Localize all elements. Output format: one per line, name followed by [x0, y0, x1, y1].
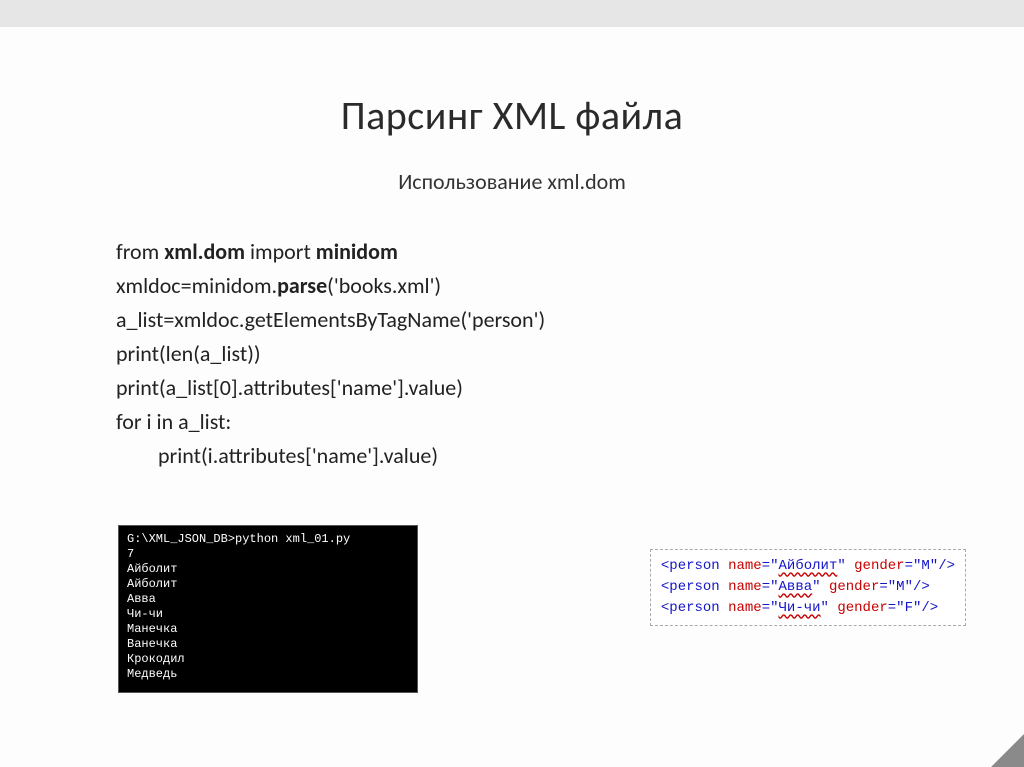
code-line-2: xmldoc=minidom.parse('books.xml') [116, 269, 1024, 303]
xml-row: <person name="Авва" gender="M"/> [661, 577, 955, 598]
code-line-5: print(a_list[0].attributes['name'].value… [116, 371, 1024, 405]
terminal-output: G:\XML_JSON_DB>python xml_01.py 7 Айболи… [118, 525, 418, 693]
terminal-prompt: G:\XML_JSON_DB>python xml_01.py [127, 532, 409, 547]
presentation-slide: Парсинг XML файла Использование xml.dom … [0, 27, 1024, 767]
terminal-line: Айболит [127, 577, 409, 592]
code-line-7: print(i.attributes['name'].value) [116, 439, 1024, 473]
slide-corner-accent [964, 734, 1024, 767]
slide-title: Парсинг XML файла [0, 27, 1024, 140]
slide-subtitle: Использование xml.dom [0, 168, 1024, 195]
xml-row: <person name="Чи-чи" gender="F"/> [661, 598, 955, 619]
code-line-6: for i in a_list: [116, 405, 1024, 439]
code-example: from xml.dom import minidom xmldoc=minid… [116, 235, 1024, 474]
xml-row: <person name="Айболит" gender="M"/> [661, 556, 955, 577]
terminal-line: Крокодил [127, 652, 409, 667]
terminal-line: Айболит [127, 562, 409, 577]
terminal-line: Манечка [127, 622, 409, 637]
terminal-line: Ванечка [127, 637, 409, 652]
code-line-3: a_list=xmldoc.getElementsByTagName('pers… [116, 303, 1024, 337]
xml-snippet: <person name="Айболит" gender="M"/> <per… [650, 549, 966, 626]
code-line-1: from xml.dom import minidom [116, 235, 1024, 269]
terminal-line: 7 [127, 547, 409, 562]
code-line-4: print(len(a_list)) [116, 337, 1024, 371]
terminal-line: Чи-чи [127, 607, 409, 622]
terminal-line: Авва [127, 592, 409, 607]
terminal-line: Медведь [127, 667, 409, 682]
